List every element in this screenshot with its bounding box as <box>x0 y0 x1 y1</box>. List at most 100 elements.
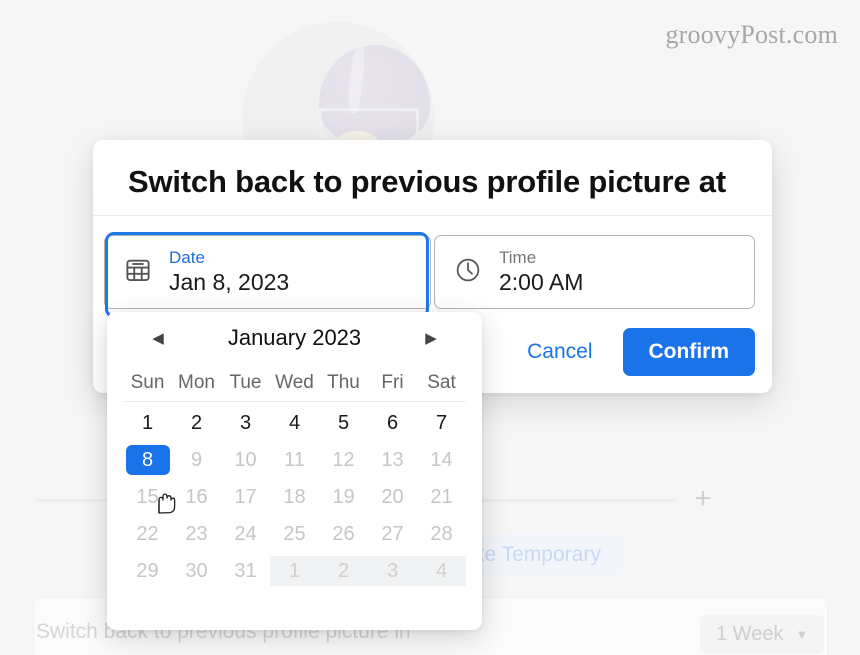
calendar-day-cell[interactable]: 29 <box>123 552 172 589</box>
calendar-icon <box>123 255 157 290</box>
calendar-day-label: 19 <box>332 485 355 508</box>
calendar-day-cell[interactable]: 16 <box>172 478 221 515</box>
date-field-label: Date <box>169 248 205 267</box>
calendar-day-cell[interactable]: 28 <box>417 515 466 552</box>
calendar-day-cell[interactable]: 14 <box>417 441 466 478</box>
calendar-day-cell[interactable]: 2 <box>319 552 368 589</box>
calendar-day-label: 12 <box>332 448 355 471</box>
cancel-button[interactable]: Cancel <box>511 330 608 374</box>
calendar-day-label: 25 <box>283 522 306 545</box>
chevron-left-icon[interactable]: ◀ <box>145 325 171 351</box>
calendar-day-cell[interactable]: 12 <box>319 441 368 478</box>
calendar-day-label: 31 <box>234 559 257 582</box>
calendar-day-cell[interactable]: 1 <box>123 404 172 441</box>
calendar-day-cell[interactable]: 19 <box>319 478 368 515</box>
calendar-day-label: 18 <box>283 485 306 508</box>
calendar-day-label: 24 <box>234 522 257 545</box>
calendar-day-label: 1 <box>270 555 319 586</box>
calendar-day-cell[interactable]: 4 <box>417 552 466 589</box>
calendar-day-label: 7 <box>435 411 448 434</box>
calendar-day-label: 14 <box>430 448 453 471</box>
confirm-button[interactable]: Confirm <box>622 328 755 376</box>
time-field-label: Time <box>499 248 537 267</box>
dialog-actions: Cancel Confirm <box>511 328 755 376</box>
calendar-day-label: 15 <box>136 485 159 508</box>
calendar-day-cell[interactable]: 25 <box>270 515 319 552</box>
duration-value: 1 Week <box>716 623 784 645</box>
app-root: groovyPost.com + ke Temporary Switch bac… <box>0 0 860 655</box>
calendar-day-cell[interactable]: 8 <box>123 441 172 478</box>
calendar-day-cell[interactable]: 9 <box>172 441 221 478</box>
calendar-day-label: 2 <box>190 411 203 434</box>
calendar-day-cell[interactable]: 17 <box>221 478 270 515</box>
calendar-day-label: 6 <box>386 411 399 434</box>
calendar-day-label: 3 <box>239 411 252 434</box>
calendar-day-cell[interactable]: 3 <box>221 404 270 441</box>
calendar-day-label: 21 <box>430 485 453 508</box>
chevron-down-icon: ▼ <box>795 627 809 642</box>
calendar-day-grid: 1 2 3 4 5 6 7 8 9 10 11 12 13 14 15 16 17 18 19 20 21 22 23 24 2… <box>123 402 466 589</box>
calendar-day-label: 1 <box>141 411 154 434</box>
calendar-header: ◀ January 2023 ▶ <box>123 312 466 364</box>
calendar-month-label: January 2023 <box>227 325 362 350</box>
calendar-weekday-thu: Thu <box>327 371 360 393</box>
dialog-separator <box>93 215 772 216</box>
dialog-title: Switch back to previous profile picture … <box>128 164 726 199</box>
calendar-day-label: 28 <box>430 522 453 545</box>
calendar-day-cell[interactable]: 15 <box>123 478 172 515</box>
calendar-day-label: 11 <box>284 448 305 471</box>
calendar-day-label: 2 <box>319 555 368 586</box>
calendar-day-label: 4 <box>288 411 301 434</box>
calendar-day-cell[interactable]: 1 <box>270 552 319 589</box>
time-field-value: 2:00 AM <box>499 269 584 295</box>
calendar-day-cell[interactable]: 24 <box>221 515 270 552</box>
calendar-day-label: 4 <box>417 555 466 586</box>
calendar-day-cell[interactable]: 2 <box>172 404 221 441</box>
calendar-day-label: 8 <box>125 444 170 475</box>
calendar-day-cell[interactable]: 30 <box>172 552 221 589</box>
calendar-day-cell[interactable]: 7 <box>417 404 466 441</box>
date-picker-popup: ◀ January 2023 ▶ Sun Mon Tue Wed Thu Fri Sat 1… <box>107 312 482 630</box>
time-field[interactable]: Time 2:00 AM <box>434 235 755 309</box>
calendar-day-label: 29 <box>136 559 159 582</box>
calendar-day-cell[interactable]: 18 <box>270 478 319 515</box>
calendar-day-cell[interactable]: 10 <box>221 441 270 478</box>
calendar-weekday-fri: Fri <box>381 371 404 393</box>
calendar-weekday-tue: Tue <box>229 371 262 393</box>
calendar-day-cell[interactable]: 3 <box>368 552 417 589</box>
calendar-day-label: 30 <box>185 559 208 582</box>
calendar-weekday-mon: Mon <box>178 371 215 393</box>
calendar-day-cell[interactable]: 23 <box>172 515 221 552</box>
calendar-day-cell[interactable]: 4 <box>270 404 319 441</box>
calendar-day-cell[interactable]: 13 <box>368 441 417 478</box>
calendar-day-label: 20 <box>381 485 404 508</box>
calendar-day-label: 9 <box>190 448 203 471</box>
calendar-weekday-sun: Sun <box>130 371 165 393</box>
calendar-day-label: 23 <box>185 522 208 545</box>
calendar-day-cell[interactable]: 31 <box>221 552 270 589</box>
calendar-day-label: 27 <box>381 522 404 545</box>
calendar-day-cell[interactable]: 26 <box>319 515 368 552</box>
date-field[interactable]: Date Jan 8, 2023 <box>104 235 431 309</box>
calendar-day-label: 17 <box>234 485 257 508</box>
calendar-day-label: 13 <box>381 448 404 471</box>
calendar-day-label: 26 <box>332 522 355 545</box>
plus-icon[interactable]: + <box>690 484 716 514</box>
calendar-day-cell[interactable]: 5 <box>319 404 368 441</box>
calendar-day-cell[interactable]: 11 <box>270 441 319 478</box>
calendar-day-cell[interactable]: 22 <box>123 515 172 552</box>
calendar-day-label: 5 <box>337 411 350 434</box>
calendar-day-cell[interactable]: 20 <box>368 478 417 515</box>
calendar-day-label: 10 <box>234 448 257 471</box>
calendar-day-cell[interactable]: 27 <box>368 515 417 552</box>
calendar-weekday-header: Sun Mon Tue Wed Thu Fri Sat <box>123 364 466 402</box>
calendar-day-cell[interactable]: 21 <box>417 478 466 515</box>
calendar-weekday-wed: Wed <box>275 371 314 393</box>
date-field-value: Jan 8, 2023 <box>169 269 290 295</box>
calendar-day-cell[interactable]: 6 <box>368 404 417 441</box>
site-watermark: groovyPost.com <box>665 20 838 49</box>
calendar-weekday-sat: Sat <box>427 371 456 393</box>
chevron-right-icon[interactable]: ▶ <box>418 325 444 351</box>
calendar-day-label: 22 <box>136 522 159 545</box>
duration-dropdown[interactable]: 1 Week ▼ <box>700 615 825 654</box>
